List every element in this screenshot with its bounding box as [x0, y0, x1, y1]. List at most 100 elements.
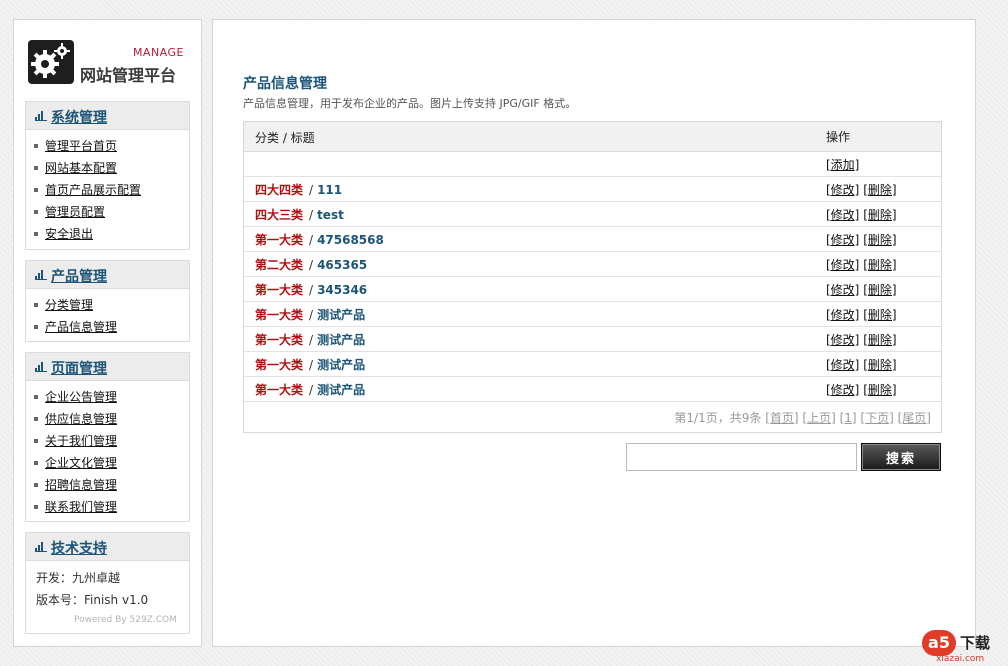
next-page-link[interactable]: [下页] — [860, 411, 893, 425]
sidebar-item-supply: 供应信息管理 — [34, 408, 189, 430]
sidebar-link-contact[interactable]: 联系我们管理 — [45, 500, 117, 514]
edit-link[interactable]: [修改] — [826, 258, 859, 272]
row-title[interactable]: 465365 — [317, 258, 367, 272]
section-header: 技术支持 — [26, 533, 189, 561]
edit-link[interactable]: [修改] — [826, 308, 859, 322]
delete-link[interactable]: [删除] — [863, 208, 896, 222]
tech-support-section: 技术支持 开发：九州卓越 版本号：Finish v1.0 Powered By … — [25, 532, 190, 634]
sidebar-link-category[interactable]: 分类管理 — [45, 298, 93, 312]
table-row: 第一大类 / 测试产品 [修改] [删除] — [244, 352, 941, 377]
section-title-system[interactable]: 系统管理 — [51, 107, 107, 127]
header-actions: 操作 — [826, 130, 851, 144]
sidebar-link-admin-config[interactable]: 管理员配置 — [45, 205, 105, 219]
sidebar-link-jobs[interactable]: 招聘信息管理 — [45, 478, 117, 492]
sidebar-item-category: 分类管理 — [34, 294, 189, 316]
row-title[interactable]: 测试产品 — [317, 358, 365, 372]
sidebar-link-home[interactable]: 管理平台首页 — [45, 139, 117, 153]
watermark-url: xiazai.com — [936, 654, 985, 664]
table-row: 第一大类 / 测试产品 [修改] [删除] — [244, 327, 941, 352]
search-input[interactable] — [626, 443, 857, 471]
header-category-title: 分类 / 标题 — [255, 131, 315, 145]
table-row: 四大三类 / test [修改] [删除] — [244, 202, 941, 227]
row-category: 第二大类 — [255, 258, 304, 272]
sidebar-link-about[interactable]: 关于我们管理 — [45, 434, 117, 448]
bullet-icon — [34, 325, 38, 329]
row-category: 第一大类 — [255, 333, 304, 347]
page-title: 产品信息管理 — [243, 76, 327, 92]
sidebar-link-site-config[interactable]: 网站基本配置 — [45, 161, 117, 175]
sidebar-item-site-config: 网站基本配置 — [34, 157, 189, 179]
sidebar-link-supply[interactable]: 供应信息管理 — [45, 412, 117, 426]
row-title[interactable]: 47568568 — [317, 233, 384, 247]
row-category: 第一大类 — [255, 233, 304, 247]
edit-link[interactable]: [修改] — [826, 333, 859, 347]
search-button[interactable]: 搜索 — [861, 443, 941, 471]
watermark-badge: a5 — [922, 630, 956, 656]
row-title[interactable]: 测试产品 — [317, 308, 365, 322]
section-title-page[interactable]: 页面管理 — [51, 358, 107, 378]
section-header: 产品管理 — [26, 261, 189, 289]
row-title[interactable]: 测试产品 — [317, 383, 365, 397]
edit-link[interactable]: [修改] — [826, 383, 859, 397]
delete-link[interactable]: [删除] — [863, 183, 896, 197]
delete-link[interactable]: [删除] — [863, 308, 896, 322]
sidebar-item-admin-config: 管理员配置 — [34, 201, 189, 223]
sidebar-item-logout: 安全退出 — [34, 223, 189, 245]
section-title-support[interactable]: 技术支持 — [51, 538, 107, 558]
delete-link[interactable]: [删除] — [863, 258, 896, 272]
bullet-icon — [34, 188, 38, 192]
sidebar-link-culture[interactable]: 企业文化管理 — [45, 456, 117, 470]
prev-page-link[interactable]: [上页] — [802, 411, 835, 425]
add-link[interactable]: [添加] — [826, 158, 859, 172]
bullet-icon — [34, 483, 38, 487]
edit-link[interactable]: [修改] — [826, 183, 859, 197]
page-description: 产品信息管理，用于发布企业的产品。图片上传支持 JPG/GIF 格式。 — [243, 97, 577, 110]
delete-link[interactable]: [删除] — [863, 283, 896, 297]
sidebar-link-product-info[interactable]: 产品信息管理 — [45, 320, 117, 334]
sidebar-link-notice[interactable]: 企业公告管理 — [45, 390, 117, 404]
edit-link[interactable]: [修改] — [826, 358, 859, 372]
system-management-section: 系统管理 管理平台首页 网站基本配置 首页产品展示配置 管理员配置 安全退出 — [25, 101, 190, 250]
row-category: 四大三类 — [255, 208, 304, 222]
table-row: 第一大类/47568568 [修改] [删除] — [244, 227, 941, 252]
table-row: 第一大类 / 测试产品 [修改] [删除] — [244, 377, 941, 402]
sidebar-link-logout[interactable]: 安全退出 — [45, 227, 93, 241]
bullet-icon — [34, 210, 38, 214]
delete-link[interactable]: [删除] — [863, 333, 896, 347]
delete-link[interactable]: [删除] — [863, 233, 896, 247]
delete-link[interactable]: [删除] — [863, 383, 896, 397]
bar-chart-icon — [35, 362, 47, 372]
edit-link[interactable]: [修改] — [826, 233, 859, 247]
bar-chart-icon — [35, 542, 47, 552]
page-number-link[interactable]: [1] — [840, 411, 857, 425]
bullet-icon — [34, 505, 38, 509]
row-title[interactable]: 测试产品 — [317, 333, 365, 347]
table-row: 四大四类/111 [修改] [删除] — [244, 177, 941, 202]
last-page-link[interactable]: [尾页] — [898, 411, 931, 425]
sidebar-link-home-product-config[interactable]: 首页产品展示配置 — [45, 183, 141, 197]
bar-chart-icon — [35, 111, 47, 121]
sidebar: MANAGE 网站管理平台 系统管理 管理平台首页 网站基本配置 首页产品展示配… — [13, 19, 202, 647]
bullet-icon — [34, 144, 38, 148]
delete-link[interactable]: [删除] — [863, 358, 896, 372]
logo-title: 网站管理平台 — [80, 66, 177, 85]
table-row: 第一大类/345346 [修改] [删除] — [244, 277, 941, 302]
edit-link[interactable]: [修改] — [826, 283, 859, 297]
table-row: 第二大类/465365 [修改] [删除] — [244, 252, 941, 277]
bullet-icon — [34, 417, 38, 421]
page-management-section: 页面管理 企业公告管理 供应信息管理 关于我们管理 企业文化管理 招聘信息管理 … — [25, 352, 190, 522]
add-row: [添加] — [244, 152, 941, 177]
row-title[interactable]: 345346 — [317, 283, 367, 297]
first-page-link[interactable]: [首页] — [765, 411, 798, 425]
sidebar-item-contact: 联系我们管理 — [34, 496, 189, 518]
bullet-icon — [34, 303, 38, 307]
page-summary: 第1/1页，共9条 — [674, 411, 762, 425]
sidebar-item-product-info: 产品信息管理 — [34, 316, 189, 338]
developer-info: 开发：九州卓越 — [36, 571, 121, 585]
gear-icon — [28, 40, 74, 84]
edit-link[interactable]: [修改] — [826, 208, 859, 222]
section-title-product[interactable]: 产品管理 — [51, 266, 107, 286]
row-title[interactable]: test — [317, 208, 344, 222]
sidebar-item-notice: 企业公告管理 — [34, 386, 189, 408]
row-title[interactable]: 111 — [317, 183, 342, 197]
